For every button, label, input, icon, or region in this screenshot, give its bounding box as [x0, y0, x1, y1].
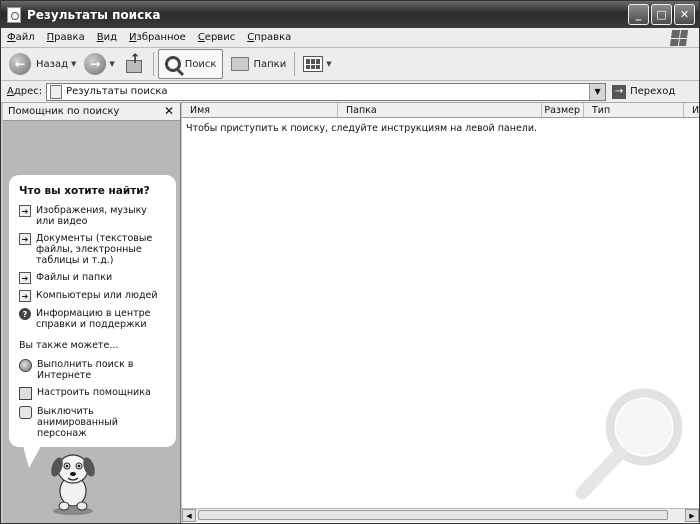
option-label: Изображения, музыку или видео — [36, 205, 147, 227]
menu-bar: Файл Правка Вид Избранное Сервис Справка — [1, 28, 699, 48]
address-input[interactable]: Результаты поиска ▼ — [46, 82, 607, 101]
folders-button[interactable]: Папки — [227, 50, 290, 78]
back-arrow-icon: ← — [9, 53, 31, 75]
menu-view[interactable]: Вид — [91, 32, 123, 43]
go-arrow-icon: → — [612, 84, 627, 99]
explorer-window: Результаты поиска _ □ ✕ Файл Правка Вид … — [0, 0, 700, 524]
windows-logo-icon — [669, 30, 689, 46]
character-icon — [19, 406, 32, 419]
back-dropdown-icon[interactable]: ▼ — [71, 60, 76, 68]
scroll-right-icon[interactable]: ▶ — [685, 509, 699, 522]
search-window-icon — [7, 6, 21, 23]
search-assistant-pane: Помощник по поиску ✕ Что вы хотите найти… — [3, 103, 181, 523]
menu-favorites[interactable]: Избранное — [123, 32, 192, 43]
arrow-right-icon: ➔ — [19, 272, 31, 284]
back-label: Назад — [36, 58, 69, 70]
folders-icon — [231, 57, 250, 71]
option-computers-people[interactable]: ➔ Компьютеры или людей — [19, 290, 168, 302]
option-label: Документы (текстовые файлы, электронные … — [36, 233, 153, 266]
option-label: Выполнить поиск в Интернете — [37, 359, 134, 381]
results-pane: Имя Папка Размер Тип И Чтобы приступить … — [182, 103, 699, 523]
address-bar: Адрес: Результаты поиска ▼ → Переход — [1, 81, 699, 103]
folder-up-icon — [125, 52, 143, 73]
column-type[interactable]: Тип — [584, 103, 684, 117]
option-label: Настроить помощника — [37, 387, 151, 398]
option-configure-assistant[interactable]: Настроить помощника — [19, 387, 168, 400]
animated-dog-character-icon[interactable] — [47, 449, 99, 517]
views-dropdown-icon: ▼ — [326, 60, 332, 68]
menu-tools[interactable]: Сервис — [192, 32, 241, 43]
close-button[interactable]: ✕ — [674, 4, 695, 25]
column-size[interactable]: Размер — [542, 103, 584, 117]
back-button[interactable]: ← Назад ▼ — [5, 50, 80, 78]
option-files-folders[interactable]: ➔ Файлы и папки — [19, 272, 168, 284]
option-label: Компьютеры или людей — [36, 290, 158, 301]
views-button[interactable]: ▼ — [299, 50, 335, 78]
help-question-icon: ? — [19, 308, 31, 320]
toolbar: ← Назад ▼ → ▼ Поиск Папки ▼ — [1, 48, 699, 81]
window-controls: _ □ ✕ — [628, 4, 695, 25]
horizontal-scrollbar[interactable]: ◀ ▶ — [182, 508, 699, 522]
folders-label: Папки — [253, 58, 287, 70]
column-modified[interactable]: И — [684, 103, 699, 117]
arrow-right-icon: ➔ — [19, 290, 31, 302]
assistant-title: Помощник по поиску — [8, 106, 120, 117]
magnifier-watermark-icon — [575, 388, 683, 500]
scroll-left-icon[interactable]: ◀ — [182, 509, 196, 522]
menu-edit[interactable]: Правка — [41, 32, 91, 43]
search-results-icon — [50, 84, 63, 99]
menu-file[interactable]: Файл — [1, 32, 41, 43]
globe-icon — [19, 359, 32, 372]
bubble-tail — [23, 446, 41, 468]
assistant-question: Что вы хотите найти? — [19, 185, 150, 197]
toolbar-separator — [152, 52, 154, 76]
scroll-track[interactable] — [196, 509, 685, 522]
forward-dropdown-icon[interactable]: ▼ — [109, 60, 114, 68]
search-label: Поиск — [184, 58, 217, 70]
search-hint: Чтобы приступить к поиску, следуйте инст… — [186, 123, 538, 134]
menu-help[interactable]: Справка — [241, 32, 297, 43]
arrow-right-icon: ➔ — [19, 233, 31, 245]
up-button[interactable] — [119, 50, 149, 78]
search-button[interactable]: Поиск — [157, 49, 224, 79]
maximize-button[interactable]: □ — [651, 4, 672, 25]
column-name[interactable]: Имя — [182, 103, 338, 117]
magnifier-icon — [164, 56, 181, 72]
column-folder[interactable]: Папка — [338, 103, 542, 117]
option-disable-character[interactable]: Выключить анимированный персонаж — [19, 406, 168, 439]
address-value: Результаты поиска — [66, 86, 168, 97]
go-button[interactable]: → Переход — [612, 84, 676, 99]
option-label: Выключить анимированный персонаж — [37, 406, 118, 439]
option-label: Файлы и папки — [36, 272, 113, 283]
title-bar[interactable]: Результаты поиска _ □ ✕ — [1, 1, 699, 28]
forward-button[interactable]: → ▼ — [80, 50, 118, 78]
results-column-header: Имя Папка Размер Тип И — [182, 103, 699, 118]
arrow-right-icon: ➔ — [19, 205, 31, 217]
assistant-bubble: Что вы хотите найти? ➔ Изображения, музы… — [9, 175, 176, 447]
option-documents[interactable]: ➔ Документы (текстовые файлы, электронны… — [19, 233, 168, 266]
scroll-thumb[interactable] — [198, 510, 668, 520]
option-search-internet[interactable]: Выполнить поиск в Интернете — [19, 359, 168, 381]
address-label: Адрес: — [7, 86, 43, 97]
forward-arrow-icon: → — [84, 53, 107, 75]
toolbar-separator — [294, 52, 296, 76]
also-label: Вы также можете... — [19, 340, 119, 351]
close-pane-icon[interactable]: ✕ — [164, 104, 174, 118]
option-help-support[interactable]: ? Информацию в центре справки и поддержк… — [19, 308, 168, 330]
window-title: Результаты поиска — [27, 7, 161, 22]
minimize-button[interactable]: _ — [628, 4, 649, 25]
views-icon — [303, 56, 324, 72]
address-dropdown-button[interactable]: ▼ — [589, 83, 606, 100]
option-label: Информацию в центре справки и поддержки — [36, 308, 151, 330]
go-label: Переход — [630, 86, 676, 97]
option-pictures-music-video[interactable]: ➔ Изображения, музыку или видео — [19, 205, 168, 227]
settings-icon — [19, 387, 32, 400]
assistant-header: Помощник по поиску ✕ — [3, 103, 180, 121]
